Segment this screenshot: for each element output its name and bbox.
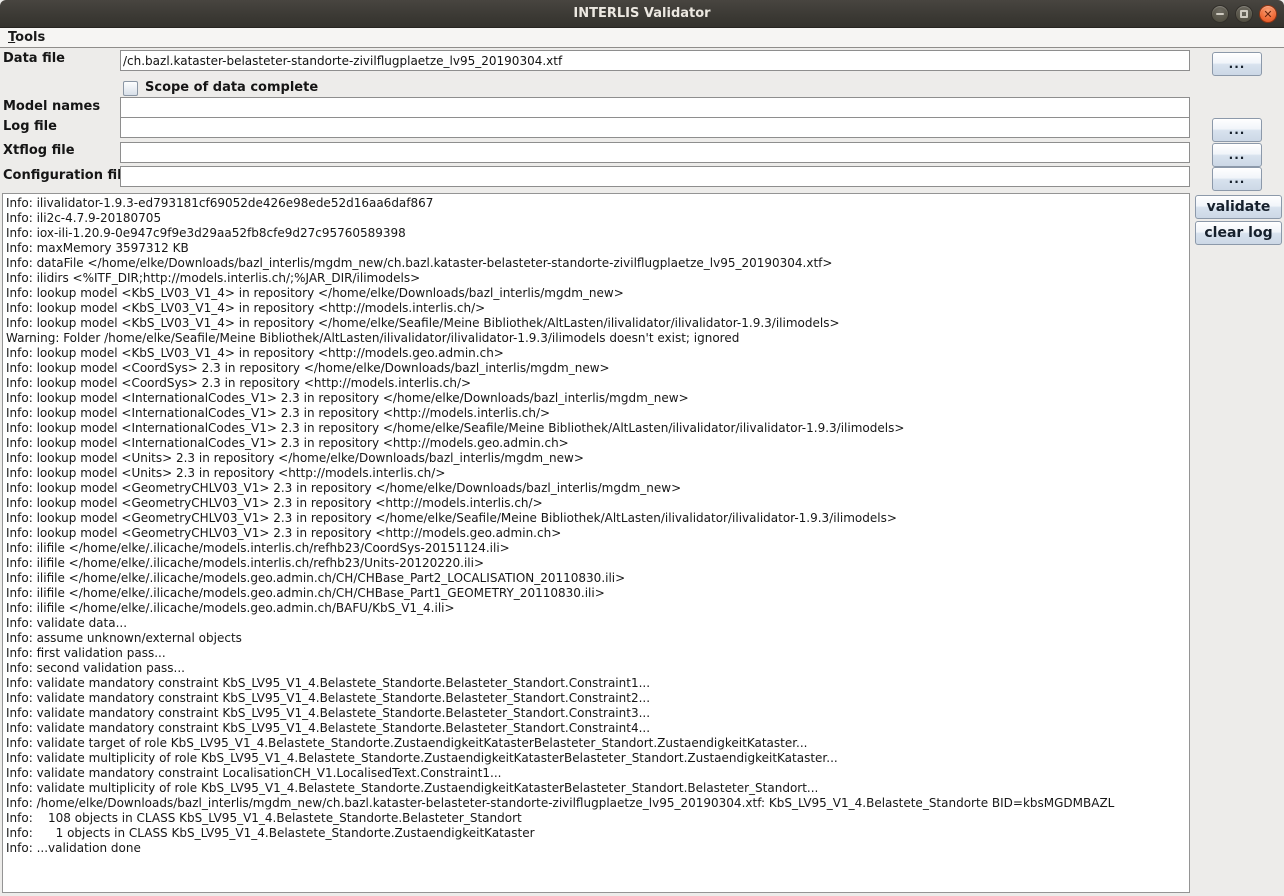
log-line: Info: lookup model <InternationalCodes_V… [6, 421, 1187, 436]
minimize-icon [1216, 13, 1224, 15]
close-button[interactable]: ✕ [1259, 5, 1277, 23]
model-names-input[interactable] [120, 97, 1190, 118]
log-line: Info: lookup model <InternationalCodes_V… [6, 391, 1187, 406]
log-line: Info: lookup model <GeometryCHLV03_V1> 2… [6, 496, 1187, 511]
log-line: Info: 1 objects in CLASS KbS_LV95_V1_4.B… [6, 826, 1187, 841]
app-window: INTERLIS Validator ✕ Tools Data file Mod… [0, 0, 1284, 896]
browse-log-file-button[interactable]: ... [1212, 118, 1262, 142]
menubar: Tools [0, 28, 1284, 48]
log-line: Info: lookup model <KbS_LV03_V1_4> in re… [6, 301, 1187, 316]
log-line: Info: validate multiplicity of role KbS_… [6, 751, 1187, 766]
xtflog-file-label: Xtflog file [3, 143, 75, 158]
log-line: Info: lookup model <KbS_LV03_V1_4> in re… [6, 346, 1187, 361]
log-line: Info: lookup model <InternationalCodes_V… [6, 436, 1187, 451]
log-line: Info: ilifile </home/elke/.ilicache/mode… [6, 586, 1187, 601]
maximize-button[interactable] [1235, 5, 1253, 23]
configuration-file-label: Configuration file [3, 168, 130, 183]
log-line: Info: lookup model <Units> 2.3 in reposi… [6, 451, 1187, 466]
log-line: Warning: Folder /home/elke/Seafile/Meine… [6, 331, 1187, 346]
log-line: Info: assume unknown/external objects [6, 631, 1187, 646]
validate-button[interactable]: validate [1195, 195, 1282, 219]
log-line: Info: lookup model <GeometryCHLV03_V1> 2… [6, 481, 1187, 496]
browse-data-file-button[interactable]: ... [1212, 52, 1262, 76]
log-line: Info: ilifile </home/elke/.ilicache/mode… [6, 601, 1187, 616]
log-line: Info: lookup model <CoordSys> 2.3 in rep… [6, 361, 1187, 376]
clear-log-button[interactable]: clear log [1195, 221, 1282, 245]
scope-of-data-complete-label: Scope of data complete [145, 80, 318, 95]
log-line: Info: lookup model <GeometryCHLV03_V1> 2… [6, 526, 1187, 541]
log-line: Info: /home/elke/Downloads/bazl_interlis… [6, 796, 1187, 811]
log-line: Info: lookup model <KbS_LV03_V1_4> in re… [6, 286, 1187, 301]
log-line: Info: lookup model <GeometryCHLV03_V1> 2… [6, 511, 1187, 526]
log-line: Info: ilifile </home/elke/.ilicache/mode… [6, 541, 1187, 556]
log-line: Info: validate mandatory constraint KbS_… [6, 706, 1187, 721]
log-line: Info: validate mandatory constraint KbS_… [6, 676, 1187, 691]
browse-configuration-file-button[interactable]: ... [1212, 167, 1262, 191]
log-line: Info: lookup model <Units> 2.3 in reposi… [6, 466, 1187, 481]
log-line: Info: ilidirs <%ITF_DIR;http://models.in… [6, 271, 1187, 286]
menu-tools-rest: ools [15, 30, 45, 45]
log-line: Info: lookup model <KbS_LV03_V1_4> in re… [6, 316, 1187, 331]
log-line: Info: validate target of role KbS_LV95_V… [6, 736, 1187, 751]
browse-xtflog-file-button[interactable]: ... [1212, 143, 1262, 167]
log-line: Info: validate mandatory constraint KbS_… [6, 721, 1187, 736]
configuration-file-input[interactable] [120, 166, 1190, 187]
log-line: Info: ...validation done [6, 841, 1187, 856]
log-line: Info: maxMemory 3597312 KB [6, 241, 1187, 256]
log-line: Info: dataFile </home/elke/Downloads/baz… [6, 256, 1187, 271]
log-line: Info: lookup model <InternationalCodes_V… [6, 406, 1187, 421]
log-line: Info: ilivalidator-1.9.3-ed793181cf69052… [6, 196, 1187, 211]
data-file-label: Data file [3, 51, 65, 66]
log-output[interactable]: Info: ilivalidator-1.9.3-ed793181cf69052… [2, 193, 1190, 893]
data-file-input[interactable] [120, 50, 1190, 71]
log-line: Info: ilifile </home/elke/.ilicache/mode… [6, 571, 1187, 586]
scope-of-data-complete-checkbox[interactable] [123, 81, 138, 96]
titlebar: INTERLIS Validator ✕ [0, 0, 1284, 28]
log-line: Info: first validation pass... [6, 646, 1187, 661]
menu-tools[interactable]: Tools [0, 30, 53, 45]
log-file-input[interactable] [120, 117, 1190, 138]
log-file-label: Log file [3, 119, 57, 134]
log-line: Info: validate mandatory constraint Loca… [6, 766, 1187, 781]
window-controls: ✕ [1211, 5, 1277, 23]
log-line: Info: validate data... [6, 616, 1187, 631]
maximize-icon [1240, 10, 1248, 18]
window-title: INTERLIS Validator [573, 6, 710, 21]
model-names-label: Model names [3, 99, 100, 114]
log-line: Info: ili2c-4.7.9-20180705 [6, 211, 1187, 226]
minimize-button[interactable] [1211, 5, 1229, 23]
log-line: Info: validate multiplicity of role KbS_… [6, 781, 1187, 796]
xtflog-file-input[interactable] [120, 142, 1190, 163]
close-icon: ✕ [1263, 9, 1272, 20]
log-line: Info: iox-ili-1.20.9-0e947c9f9e3d29aa52f… [6, 226, 1187, 241]
log-line: Info: lookup model <CoordSys> 2.3 in rep… [6, 376, 1187, 391]
log-line: Info: second validation pass... [6, 661, 1187, 676]
log-line: Info: ilifile </home/elke/.ilicache/mode… [6, 556, 1187, 571]
log-line: Info: 108 objects in CLASS KbS_LV95_V1_4… [6, 811, 1187, 826]
log-line: Info: validate mandatory constraint KbS_… [6, 691, 1187, 706]
